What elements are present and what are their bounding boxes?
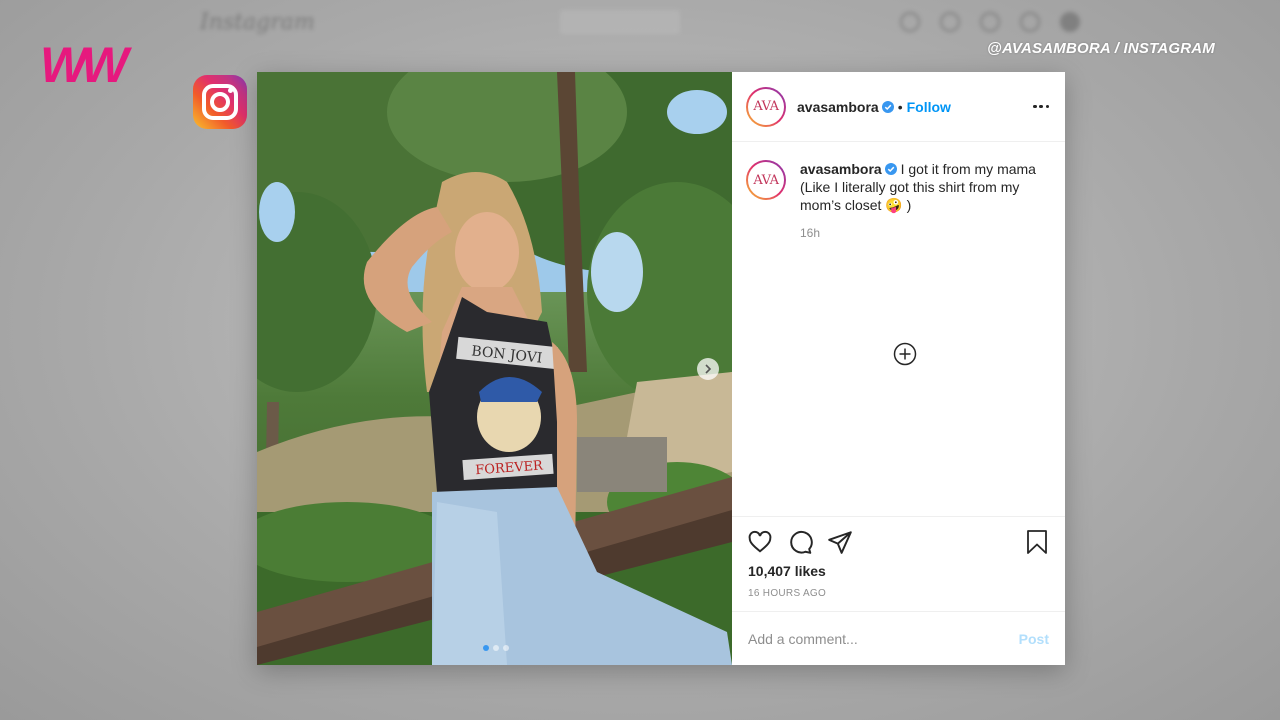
share-icon[interactable] (827, 529, 853, 555)
post-actions: 10,407 likes 16 HOURS AGO (732, 516, 1065, 611)
bookmark-icon[interactable] (1025, 529, 1049, 555)
carousel-dot (503, 645, 509, 651)
background-heart-icon (1020, 12, 1040, 32)
background-direct-icon (940, 12, 960, 32)
comment-icon[interactable] (787, 529, 813, 555)
carousel-dot (483, 645, 489, 651)
avatar[interactable]: AVA (746, 86, 786, 127)
add-circle-icon[interactable] (893, 342, 917, 366)
post-comment-button[interactable]: Post (1019, 631, 1049, 647)
background-explore-icon (980, 12, 1000, 32)
comment-bar: Post (732, 611, 1065, 665)
caption-avatar-text: AVA (748, 162, 784, 198)
background-wordmark: Instagram (200, 10, 315, 35)
verified-badge-icon (884, 163, 897, 175)
instagram-post-card: BON JOVI FOREVER AVA avasambora • Follow… (257, 72, 1065, 665)
follow-button[interactable]: Follow (907, 99, 951, 115)
caption-text-block: avasambora I got it from my mama (Like I… (800, 160, 1050, 214)
post-timestamp[interactable]: 16 HOURS AGO (748, 588, 826, 599)
instagram-logo-icon (193, 75, 247, 129)
verified-badge-icon (881, 100, 894, 113)
background-search-bar (560, 10, 680, 34)
header-separator: • (897, 98, 903, 115)
brand-logo: WW (40, 38, 136, 88)
carousel-indicator (483, 645, 509, 651)
caption-timestamp[interactable]: 16h (800, 226, 1050, 240)
more-options-icon[interactable] (1031, 104, 1051, 110)
avatar-text: AVA (748, 88, 784, 125)
caption-username[interactable]: avasambora (800, 161, 882, 177)
post-side-panel: AVA avasambora • Follow AVA avasambora I… (732, 72, 1065, 665)
background-home-icon (900, 12, 920, 32)
post-caption: AVA avasambora I got it from my mama (Li… (732, 142, 1065, 366)
post-photo[interactable]: BON JOVI FOREVER (257, 72, 732, 665)
background-profile-icon (1060, 12, 1080, 32)
background-instagram-header: Instagram (180, 0, 1100, 50)
comment-input[interactable] (748, 630, 1019, 647)
source-watermark: @AVASAMBORA / INSTAGRAM (987, 40, 1215, 57)
post-photo-illustration: BON JOVI FOREVER (257, 72, 732, 665)
carousel-next-button[interactable] (697, 358, 719, 380)
chevron-right-icon (705, 364, 712, 374)
carousel-dot (493, 645, 499, 651)
post-header: AVA avasambora • Follow (732, 72, 1065, 142)
heart-icon[interactable] (747, 529, 773, 555)
username-link[interactable]: avasambora (797, 99, 879, 115)
caption-avatar[interactable]: AVA (746, 160, 786, 200)
brand-logo-text: WW (40, 38, 132, 88)
like-count[interactable]: 10,407 likes (748, 563, 826, 579)
